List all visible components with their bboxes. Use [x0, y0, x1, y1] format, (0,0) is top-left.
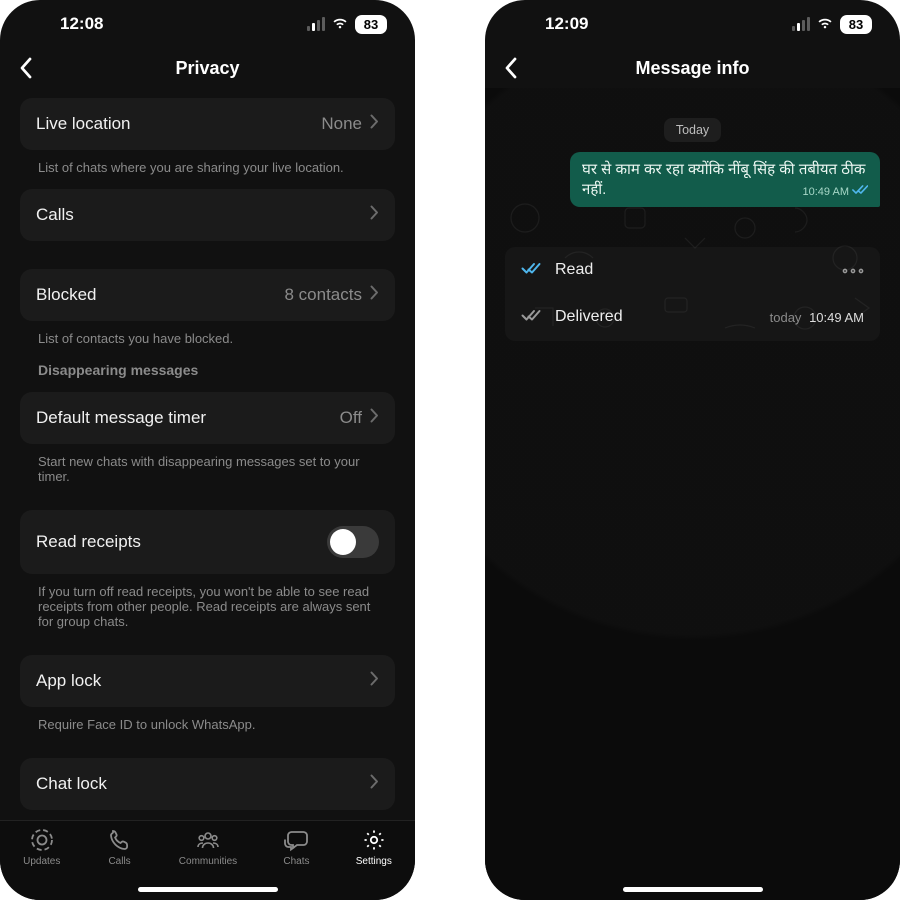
read-receipts-label: Read receipts [36, 532, 327, 552]
double-check-delivered-icon [521, 308, 541, 327]
calls-row[interactable]: Calls [20, 189, 395, 241]
double-check-read-icon [521, 261, 541, 280]
chevron-right-icon [370, 205, 379, 225]
phone-icon [107, 827, 133, 853]
chevron-right-icon [370, 671, 379, 691]
battery-indicator: 83 [355, 15, 387, 34]
tab-settings[interactable]: Settings [356, 827, 392, 900]
phone-message-info: 12:09 83 Message info [485, 0, 900, 900]
tab-calls-label: Calls [108, 856, 130, 867]
date-pill: Today [664, 118, 721, 142]
chat-lock-row[interactable]: Chat lock [20, 758, 395, 810]
live-location-value: None [321, 114, 362, 134]
live-location-row[interactable]: Live location None [20, 98, 395, 150]
read-receipts-toggle[interactable] [327, 526, 379, 558]
chats-icon [283, 827, 309, 853]
home-indicator[interactable] [138, 887, 278, 892]
blocked-row[interactable]: Blocked 8 contacts [20, 269, 395, 321]
read-label: Read [555, 261, 828, 279]
chevron-right-icon [370, 114, 379, 134]
communities-icon [195, 827, 221, 853]
wifi-icon [331, 14, 349, 34]
back-button[interactable] [8, 50, 44, 86]
more-options-icon[interactable] [842, 261, 864, 279]
screen-header: Privacy [0, 48, 415, 88]
tab-chats-label: Chats [283, 856, 309, 867]
wifi-icon [816, 14, 834, 34]
live-location-footnote: List of chats where you are sharing your… [20, 150, 395, 179]
back-button[interactable] [493, 50, 529, 86]
default-timer-row[interactable]: Default message timer Off [20, 392, 395, 444]
app-lock-row[interactable]: App lock [20, 655, 395, 707]
message-bubble[interactable]: घर से काम कर रहा क्योंकि नींबू सिंह की त… [570, 152, 880, 207]
blocked-label: Blocked [36, 285, 285, 305]
home-indicator[interactable] [623, 887, 763, 892]
receipt-info-card: Read Delivered today 10:49 AM [505, 247, 880, 341]
page-title: Message info [635, 58, 749, 79]
app-lock-label: App lock [36, 671, 370, 691]
cellular-signal-icon [307, 17, 325, 31]
tab-calls[interactable]: Calls [107, 827, 133, 900]
updates-icon [29, 827, 55, 853]
gear-icon [361, 827, 387, 853]
delivered-label: Delivered [555, 308, 756, 326]
message-time: 10:49 AM [803, 185, 849, 200]
delivered-day: today [770, 310, 802, 325]
delivered-row[interactable]: Delivered today 10:49 AM [505, 294, 880, 341]
tab-updates-label: Updates [23, 856, 60, 867]
delivered-time: 10:49 AM [809, 310, 864, 325]
double-check-read-icon [852, 184, 868, 200]
status-bar: 12:09 83 [485, 0, 900, 48]
chevron-right-icon [370, 774, 379, 794]
disappearing-messages-header: Disappearing messages [20, 350, 395, 382]
read-receipts-footnote: If you turn off read receipts, you won't… [20, 574, 395, 633]
chat-lock-label: Chat lock [36, 774, 370, 794]
battery-indicator: 83 [840, 15, 872, 34]
screen-header: Message info [485, 48, 900, 88]
app-lock-footnote: Require Face ID to unlock WhatsApp. [20, 707, 395, 736]
chevron-right-icon [370, 408, 379, 428]
default-timer-footnote: Start new chats with disappearing messag… [20, 444, 395, 488]
blocked-footnote: List of contacts you have blocked. [20, 321, 395, 350]
default-timer-label: Default message timer [36, 408, 340, 428]
cellular-signal-icon [792, 17, 810, 31]
tab-settings-label: Settings [356, 856, 392, 867]
tab-communities-label: Communities [179, 856, 237, 867]
read-receipts-row: Read receipts [20, 510, 395, 574]
phone-privacy: 12:08 83 Privacy Live location None List… [0, 0, 415, 900]
calls-label: Calls [36, 205, 370, 225]
default-timer-value: Off [340, 408, 362, 428]
status-bar: 12:08 83 [0, 0, 415, 48]
live-location-label: Live location [36, 114, 321, 134]
chevron-right-icon [370, 285, 379, 305]
page-title: Privacy [175, 58, 239, 79]
status-time: 12:09 [545, 14, 588, 34]
status-time: 12:08 [60, 14, 103, 34]
tab-updates[interactable]: Updates [23, 827, 60, 900]
read-row[interactable]: Read [505, 247, 880, 294]
blocked-value: 8 contacts [285, 285, 363, 305]
tab-chats[interactable]: Chats [283, 827, 309, 900]
